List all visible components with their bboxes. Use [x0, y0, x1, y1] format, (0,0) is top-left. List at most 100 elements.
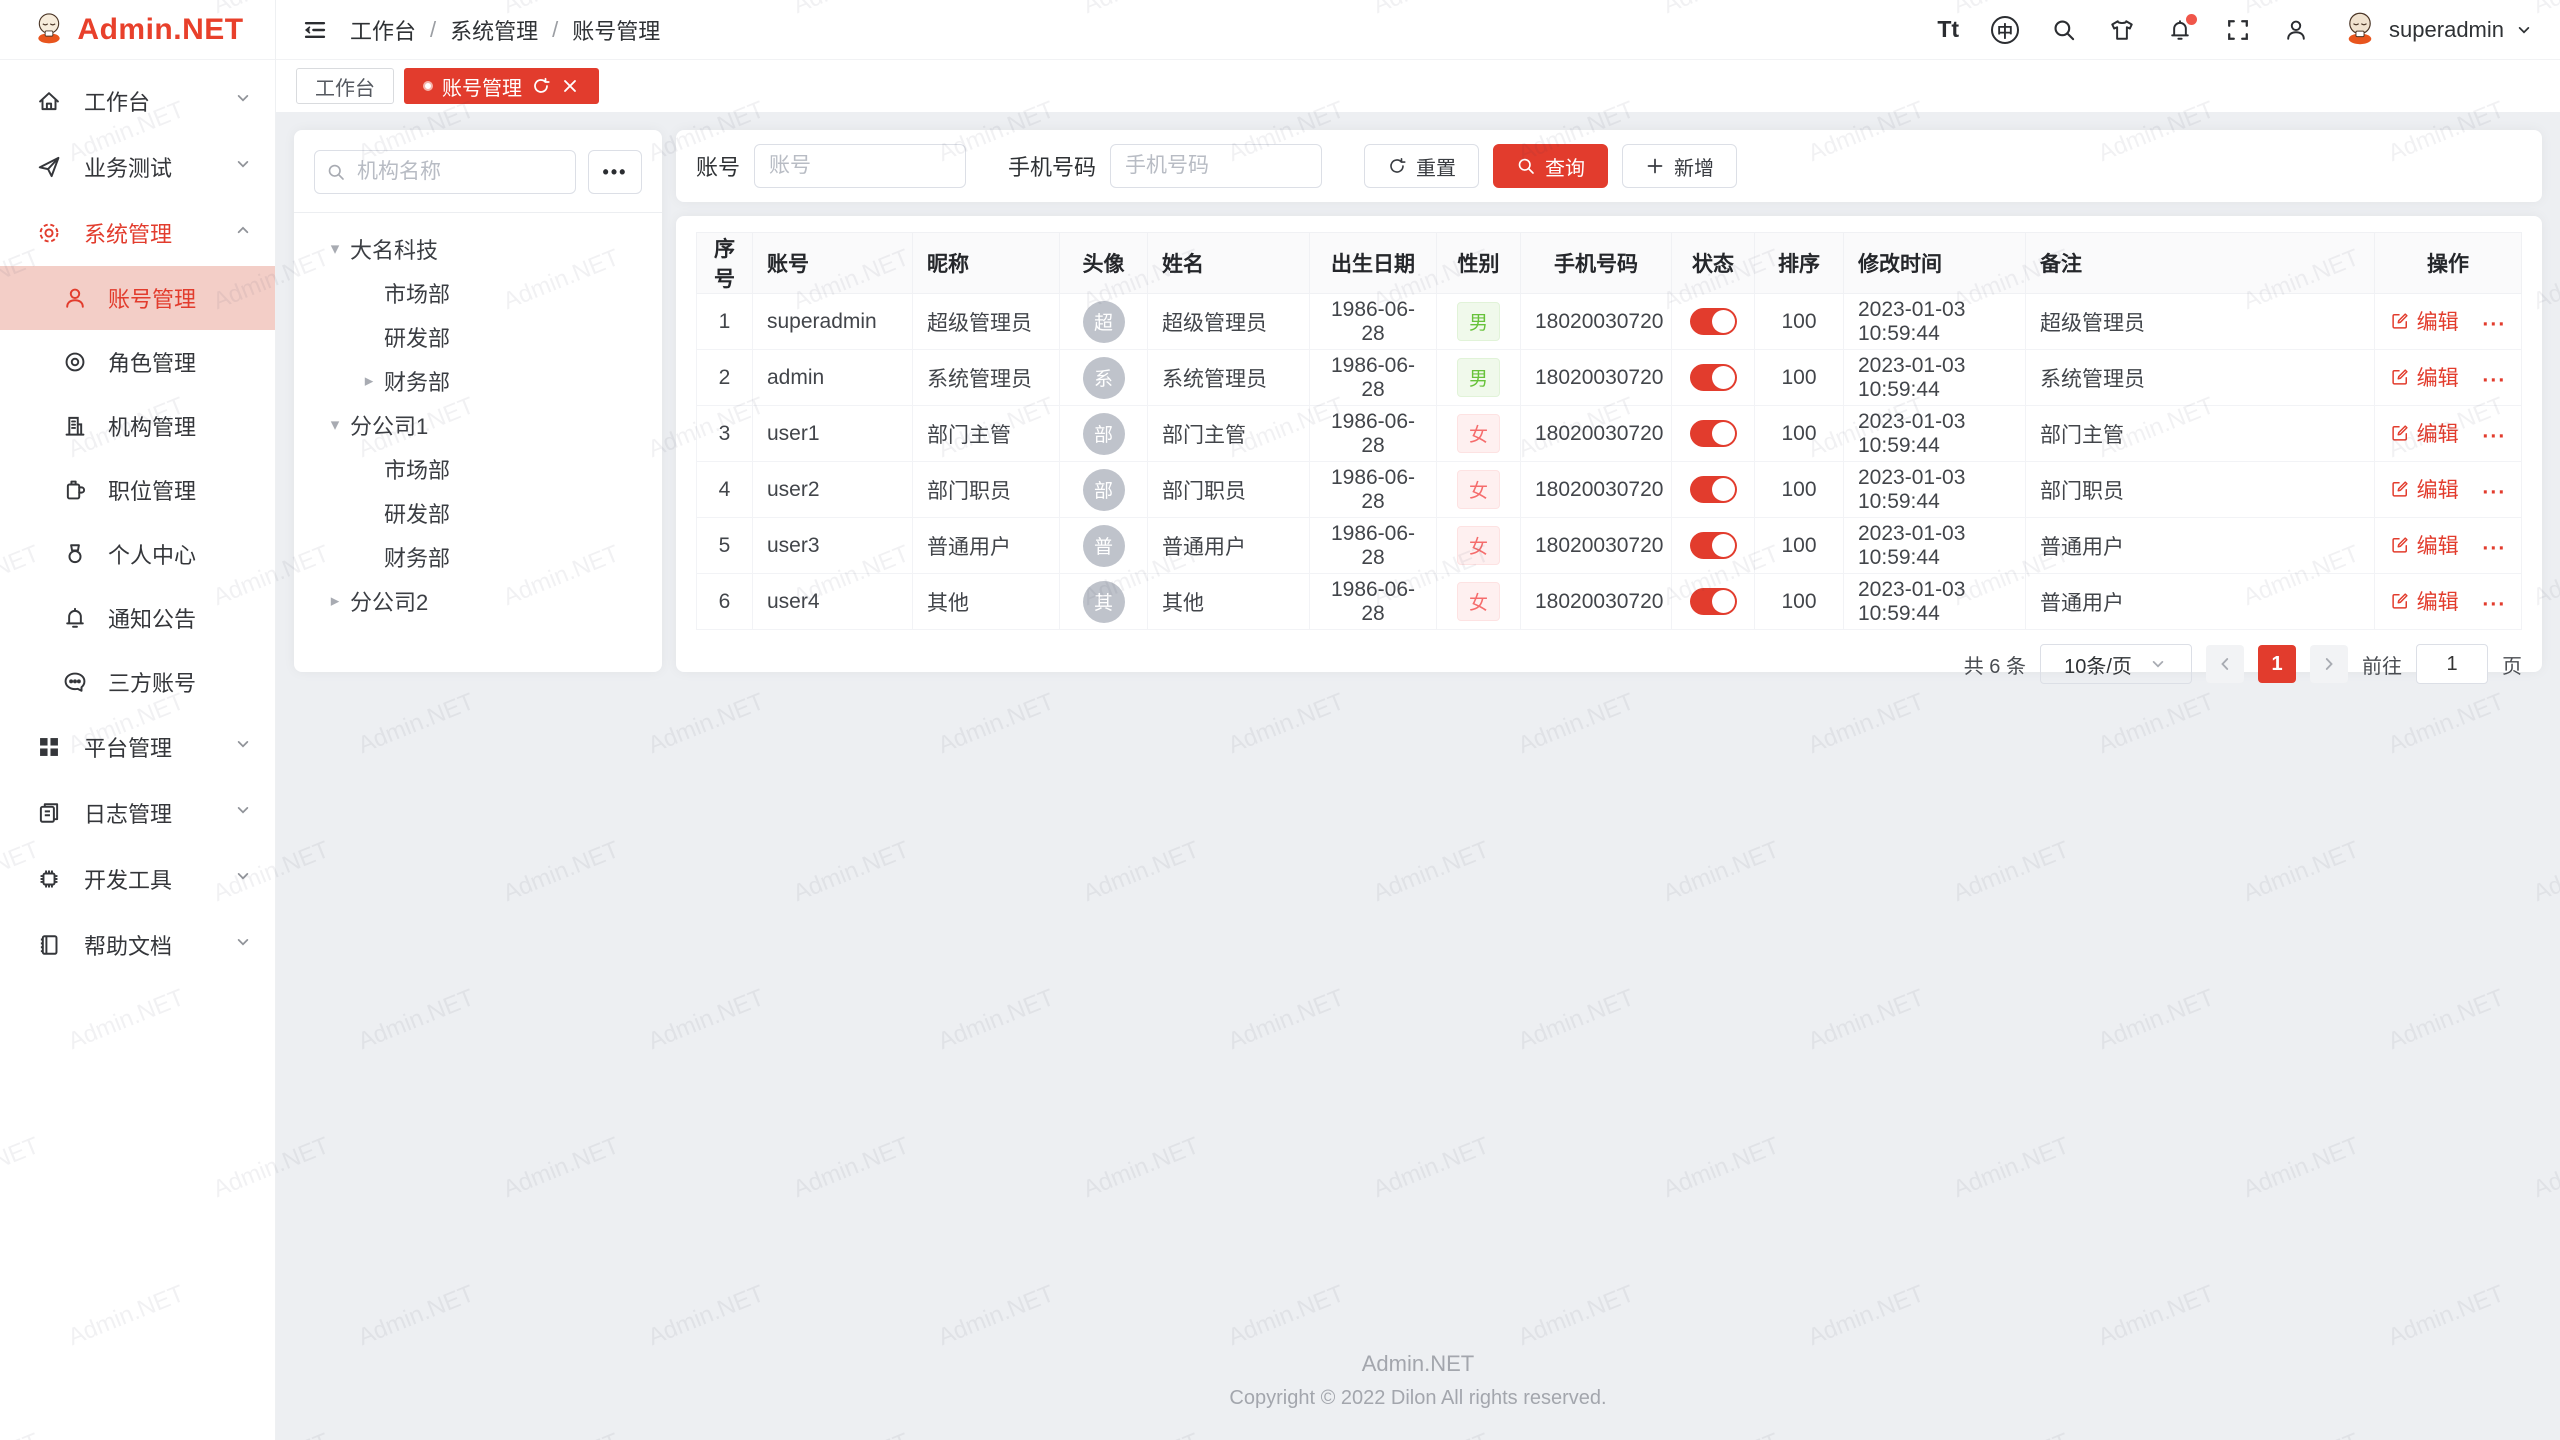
- edit-button[interactable]: 编辑: [2390, 418, 2459, 448]
- cell-remark: 部门主管: [2026, 406, 2375, 462]
- tree-node[interactable]: 分公司2: [314, 579, 642, 623]
- caret-right-icon[interactable]: [320, 591, 350, 611]
- tree-node[interactable]: 大名科技: [314, 227, 642, 271]
- cell-sort: 100: [1755, 462, 1844, 518]
- logo[interactable]: Admin.NET: [0, 0, 275, 60]
- user-menu[interactable]: superadmin: [2341, 8, 2534, 51]
- user-outline-icon[interactable]: [2283, 17, 2309, 43]
- row-more-button[interactable]: ···: [2482, 537, 2506, 560]
- table-row[interactable]: 5 user3 普通用户 普 普通用户 1986-06-28 女 1802003…: [697, 518, 2522, 574]
- sidebar-item-workbench[interactable]: 工作台: [0, 68, 275, 134]
- close-icon[interactable]: [560, 76, 580, 96]
- breadcrumb-item[interactable]: 系统管理: [450, 14, 538, 46]
- row-more-button[interactable]: ···: [2482, 593, 2506, 616]
- query-button[interactable]: 查询: [1493, 144, 1608, 188]
- gender-badge: 女: [1457, 526, 1500, 565]
- tab-account-management[interactable]: 账号管理: [404, 68, 599, 104]
- sidebar-item-role[interactable]: 角色管理: [0, 330, 275, 394]
- cell-nickname: 部门职员: [913, 462, 1060, 518]
- status-toggle[interactable]: [1690, 588, 1737, 615]
- sidebar-item-help[interactable]: 帮助文档: [0, 912, 275, 978]
- tree-node[interactable]: 市场部: [314, 271, 642, 315]
- cell-nickname: 其他: [913, 574, 1060, 630]
- notification-bell-icon[interactable]: [2167, 17, 2193, 43]
- breadcrumb-item[interactable]: 工作台: [350, 14, 416, 46]
- sidebar-item-business-test[interactable]: 业务测试: [0, 134, 275, 200]
- row-more-button[interactable]: ···: [2482, 425, 2506, 448]
- row-more-button[interactable]: ···: [2482, 313, 2506, 336]
- sidebar-item-position[interactable]: 职位管理: [0, 458, 275, 522]
- sidebar-item-account[interactable]: 账号管理: [0, 266, 275, 330]
- current-page[interactable]: 1: [2258, 645, 2296, 683]
- topbar: 工作台 / 系统管理 / 账号管理 Tt 中 superadmin: [276, 0, 2560, 60]
- caret-down-icon[interactable]: [320, 239, 350, 259]
- sidebar-item-logs[interactable]: 日志管理: [0, 780, 275, 846]
- status-toggle[interactable]: [1690, 476, 1737, 503]
- table-row[interactable]: 6 user4 其他 其 其他 1986-06-28 女 18020030720…: [697, 574, 2522, 630]
- cell-account: user2: [753, 462, 913, 518]
- cell-birthdate: 1986-06-28: [1310, 350, 1437, 406]
- edit-button[interactable]: 编辑: [2390, 474, 2459, 504]
- tree-node[interactable]: 研发部: [314, 315, 642, 359]
- tree-node[interactable]: 分公司1: [314, 403, 642, 447]
- row-more-button[interactable]: ···: [2482, 481, 2506, 504]
- goto-page-input[interactable]: [2416, 644, 2488, 684]
- account-input[interactable]: [754, 144, 966, 188]
- table-row[interactable]: 4 user2 部门职员 部 部门职员 1986-06-28 女 1802003…: [697, 462, 2522, 518]
- footer-copyright: Copyright © 2022 Dilon All rights reserv…: [276, 1387, 2560, 1410]
- edit-button[interactable]: 编辑: [2390, 362, 2459, 392]
- sidebar-item-notice[interactable]: 通知公告: [0, 586, 275, 650]
- sidebar-menu: 工作台 业务测试 系统管理 账号管理 角色管理: [0, 60, 275, 978]
- gear-icon: [36, 220, 62, 246]
- avatar: 部: [1083, 469, 1125, 511]
- tree-node[interactable]: 财务部: [314, 535, 642, 579]
- cell-index: 2: [697, 350, 753, 406]
- sidebar-item-label: 角色管理: [108, 346, 196, 378]
- sidebar-item-thirdparty[interactable]: 三方账号: [0, 650, 275, 714]
- add-button[interactable]: 新增: [1622, 144, 1737, 188]
- phone-input[interactable]: [1110, 144, 1322, 188]
- cell-sort: 100: [1755, 294, 1844, 350]
- next-page-button[interactable]: [2310, 645, 2348, 683]
- tree-more-button[interactable]: •••: [588, 150, 642, 194]
- theme-shirt-icon[interactable]: [2109, 17, 2135, 43]
- font-size-icon[interactable]: Tt: [1937, 16, 1959, 43]
- briefcase-icon: [62, 477, 88, 503]
- edit-button[interactable]: 编辑: [2390, 306, 2459, 336]
- tree-node[interactable]: 财务部: [314, 359, 642, 403]
- prev-page-button[interactable]: [2206, 645, 2244, 683]
- sidebar-item-devtools[interactable]: 开发工具: [0, 846, 275, 912]
- tree-node[interactable]: 市场部: [314, 447, 642, 491]
- menu-fold-icon[interactable]: [302, 17, 328, 43]
- breadcrumb-item[interactable]: 账号管理: [572, 14, 660, 46]
- cell-name: 超级管理员: [1148, 294, 1310, 350]
- tab-workbench[interactable]: 工作台: [296, 68, 394, 104]
- table-row[interactable]: 2 admin 系统管理员 系 系统管理员 1986-06-28 男 18020…: [697, 350, 2522, 406]
- edit-button[interactable]: 编辑: [2390, 586, 2459, 616]
- sidebar-item-system-management[interactable]: 系统管理: [0, 200, 275, 266]
- fullscreen-icon[interactable]: [2225, 17, 2251, 43]
- reset-button[interactable]: 重置: [1364, 144, 1479, 188]
- table-row[interactable]: 3 user1 部门主管 部 部门主管 1986-06-28 女 1802003…: [697, 406, 2522, 462]
- status-toggle[interactable]: [1690, 308, 1737, 335]
- refresh-icon[interactable]: [531, 76, 551, 96]
- sidebar-item-label: 帮助文档: [84, 929, 172, 961]
- sidebar-item-profile[interactable]: 个人中心: [0, 522, 275, 586]
- row-more-button[interactable]: ···: [2482, 369, 2506, 392]
- book-icon: [36, 932, 62, 958]
- status-toggle[interactable]: [1690, 420, 1737, 447]
- edit-button[interactable]: 编辑: [2390, 530, 2459, 560]
- org-search-input[interactable]: [314, 150, 576, 194]
- status-toggle[interactable]: [1690, 532, 1737, 559]
- caret-right-icon[interactable]: [354, 371, 384, 391]
- table-row[interactable]: 1 superadmin 超级管理员 超 超级管理员 1986-06-28 男 …: [697, 294, 2522, 350]
- sidebar-item-label: 机构管理: [108, 410, 196, 442]
- tree-node[interactable]: 研发部: [314, 491, 642, 535]
- sidebar-item-org[interactable]: 机构管理: [0, 394, 275, 458]
- sidebar-item-platform[interactable]: 平台管理: [0, 714, 275, 780]
- status-toggle[interactable]: [1690, 364, 1737, 391]
- page-size-select[interactable]: 10条/页: [2040, 644, 2192, 684]
- language-icon[interactable]: 中: [1991, 16, 2019, 44]
- caret-down-icon[interactable]: [320, 415, 350, 435]
- search-icon[interactable]: [2051, 17, 2077, 43]
